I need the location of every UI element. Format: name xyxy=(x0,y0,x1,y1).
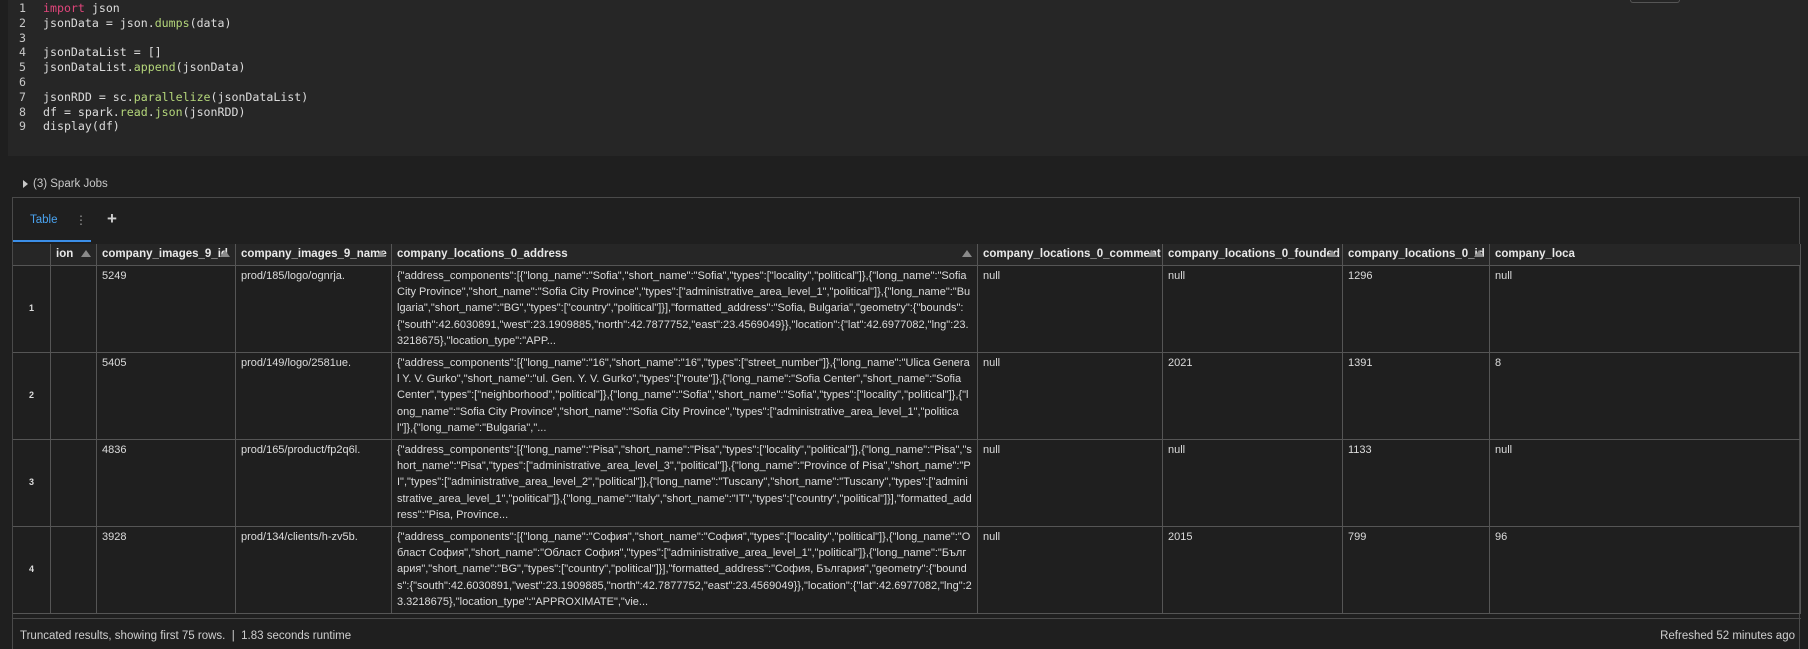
sort-icon[interactable] xyxy=(1147,250,1157,257)
table-cell[interactable] xyxy=(51,527,97,614)
sort-icon[interactable] xyxy=(81,250,91,257)
column-header[interactable]: company_locations_0_comment xyxy=(978,244,1163,266)
spark-jobs-label: (3) Spark Jobs xyxy=(33,178,108,190)
table-cell[interactable]: null xyxy=(1163,266,1343,353)
table-cell[interactable]: null xyxy=(978,440,1163,527)
table-row[interactable]: 2 5405 prod/149/logo/2581ue. {"address_comp… xyxy=(13,353,1801,440)
table-cell[interactable]: {"address_components":[{"long_name":"16"… xyxy=(392,353,978,440)
code-line[interactable]: 9 display(df) xyxy=(8,118,1808,135)
table-cell[interactable]: 8 xyxy=(1490,353,1801,440)
row-number: 2 xyxy=(13,353,51,440)
kebab-icon[interactable]: ⋮ xyxy=(75,213,87,227)
column-header-label: company_locations_0_founded xyxy=(1168,248,1340,260)
sort-icon[interactable] xyxy=(962,250,972,257)
chevron-right-icon xyxy=(23,180,28,188)
line-number: 9 xyxy=(19,119,26,134)
table-cell[interactable]: {"address_components":[{"long_name":"Sof… xyxy=(392,266,978,353)
table-cell[interactable]: prod/134/clients/h-zv5b. xyxy=(236,527,392,614)
table-cell[interactable]: 1133 xyxy=(1343,440,1490,527)
table-cell[interactable]: null xyxy=(978,266,1163,353)
result-tabs: Table ⋮ + xyxy=(13,198,1799,242)
row-number-header xyxy=(13,244,51,266)
table-cell[interactable]: {"address_components":[{"long_name":"Pis… xyxy=(392,440,978,527)
results-table: ion company_images_9_id company_images_9_n… xyxy=(13,244,1801,614)
plus-icon[interactable]: + xyxy=(107,209,117,229)
column-header-label: company_locations_0_address xyxy=(397,248,568,260)
table-cell[interactable]: prod/149/logo/2581ue. xyxy=(236,353,392,440)
sort-icon[interactable] xyxy=(1327,250,1337,257)
sort-icon[interactable] xyxy=(376,250,386,257)
table-cell[interactable]: null xyxy=(1163,440,1343,527)
table-cell[interactable]: 5249 xyxy=(97,266,236,353)
column-header-label: company_locations_0_comment xyxy=(983,248,1161,260)
column-header[interactable]: ion xyxy=(51,244,97,266)
column-header[interactable]: company_loca xyxy=(1490,244,1801,266)
table-cell[interactable]: 4836 xyxy=(97,440,236,527)
column-header[interactable]: company_locations_0_id xyxy=(1343,244,1490,266)
footer-status: Truncated results, showing first 75 rows… xyxy=(20,630,352,642)
spark-jobs-toggle[interactable]: (3) Spark Jobs xyxy=(23,176,108,192)
refresh-status: Refreshed 52 minutes ago xyxy=(1660,630,1795,642)
table-row[interactable]: 3 4836 prod/165/product/fp2q6l. {"address_c… xyxy=(13,440,1801,527)
table-cell[interactable]: 1296 xyxy=(1343,266,1490,353)
row-number: 1 xyxy=(13,266,51,353)
row-number: 4 xyxy=(13,527,51,614)
table-cell[interactable]: 2021 xyxy=(1163,353,1343,440)
column-header-label: ion xyxy=(56,248,74,260)
table-cell[interactable]: 5405 xyxy=(97,353,236,440)
column-header[interactable]: company_locations_0_address xyxy=(392,244,978,266)
result-footer: Truncated results, showing first 75 rows… xyxy=(13,618,1801,649)
table-cell[interactable]: 1391 xyxy=(1343,353,1490,440)
code-text: display(df) xyxy=(43,119,120,134)
sort-icon[interactable] xyxy=(220,250,230,257)
sort-icon[interactable] xyxy=(1474,250,1484,257)
table-cell[interactable]: 96 xyxy=(1490,527,1801,614)
table-cell[interactable] xyxy=(51,353,97,440)
table-cell[interactable]: null xyxy=(978,527,1163,614)
tab-table-label: Table xyxy=(30,214,58,226)
column-header-label: company_images_9_name xyxy=(241,248,387,260)
table-cell[interactable] xyxy=(51,440,97,527)
table-cell[interactable]: 2015 xyxy=(1163,527,1343,614)
table-row[interactable]: 4 3928 prod/134/clients/h-zv5b. {"address_c… xyxy=(13,527,1801,614)
column-header-label: company_locations_0_id xyxy=(1348,248,1485,260)
code-editor[interactable]: 1 import json 2 jsonData = json.dumps(data)… xyxy=(8,0,1808,156)
column-header[interactable]: company_locations_0_founded xyxy=(1163,244,1343,266)
table-cell[interactable]: {"address_components":[{"long_name":"Соф… xyxy=(392,527,978,614)
table-cell[interactable]: 3928 xyxy=(97,527,236,614)
table-cell[interactable] xyxy=(51,266,97,353)
table-row[interactable]: 1 5249 prod/185/logo/ognrja. {"address_comp… xyxy=(13,266,1801,353)
table-cell[interactable]: prod/185/logo/ognrja. xyxy=(236,266,392,353)
table-cell[interactable]: prod/165/product/fp2q6l. xyxy=(236,440,392,527)
column-header-label: company_images_9_id xyxy=(102,248,228,260)
row-number: 3 xyxy=(13,440,51,527)
table-cell[interactable]: 799 xyxy=(1343,527,1490,614)
table-cell[interactable]: null xyxy=(1490,440,1801,527)
table-cell[interactable]: null xyxy=(978,353,1163,440)
table-cell[interactable]: null xyxy=(1490,266,1801,353)
result-panel: Table ⋮ + ion company_images_9_id company_… xyxy=(12,197,1801,649)
active-tab-indicator xyxy=(13,240,91,242)
column-header-label: company_loca xyxy=(1495,248,1575,260)
column-header[interactable]: company_images_9_name xyxy=(236,244,392,266)
column-header[interactable]: company_images_9_id xyxy=(97,244,236,266)
